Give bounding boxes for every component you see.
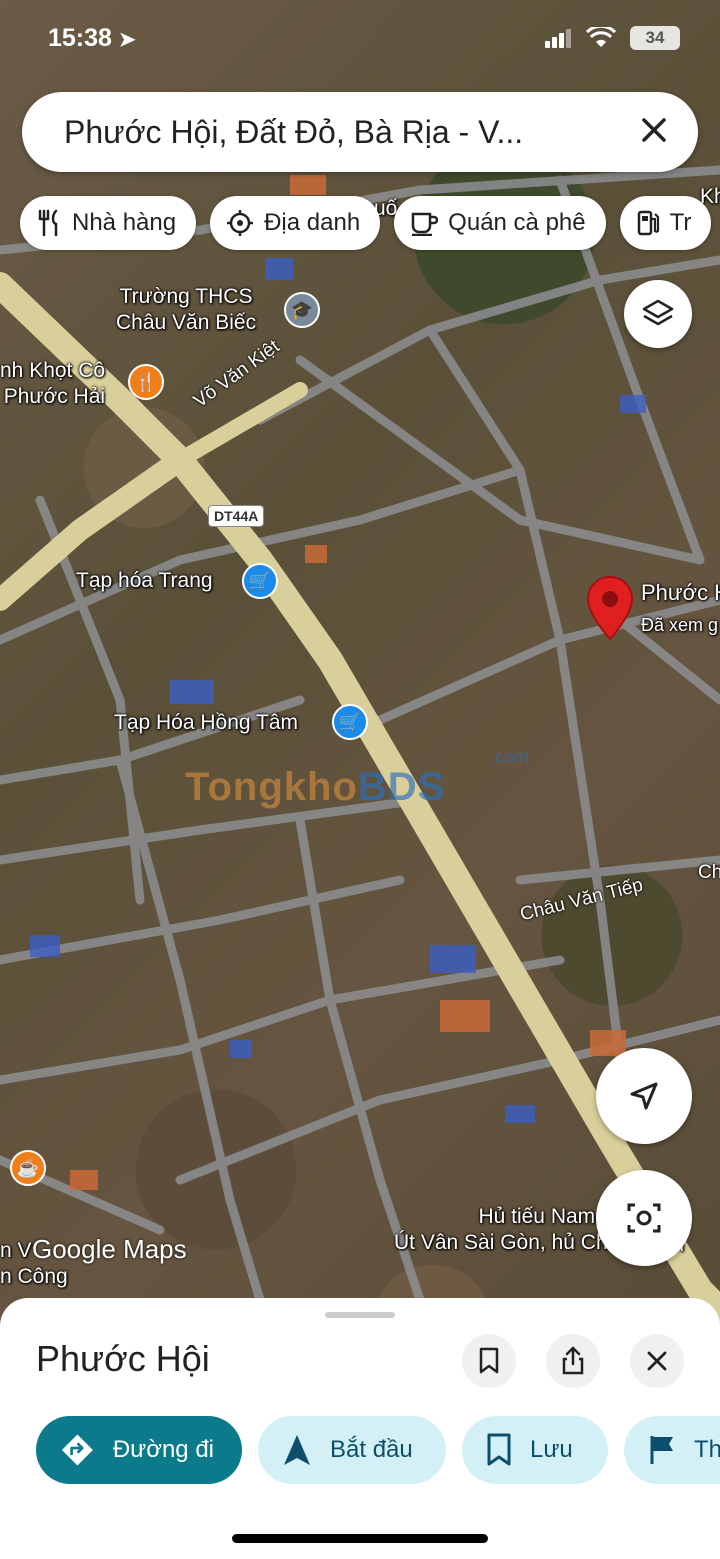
status-time: 15:38 ➤ [48,24,136,52]
cafe-icon[interactable]: ☕ [10,1150,46,1186]
shop-label-trang[interactable]: Tạp hóa Trang [76,568,213,594]
shop-label-hong-tam[interactable]: Tạp Hóa Hồng Tâm [114,710,298,736]
search-input[interactable]: Phước Hội, Đất Đỏ, Bà Rịa - V... [64,114,523,151]
save-button[interactable]: Lưu [462,1416,608,1484]
place-bottom-sheet[interactable]: Phước Hội Đường đi Bắt đầu Lưu Th [0,1298,720,1559]
share-button[interactable] [546,1334,600,1388]
place-title: Phước Hội [36,1338,210,1379]
close-sheet-button[interactable] [630,1334,684,1388]
directions-label: Đường đi [112,1436,214,1463]
flag-icon [650,1436,673,1464]
bottom-poi-label[interactable]: Hủ tiếu Nam Va Út Vân Sài Gòn, hủ Ch... [394,1204,625,1256]
close-icon[interactable] [636,112,672,148]
home-indicator [232,1534,488,1543]
google-maps-attribution: Google Maps [32,1234,187,1264]
coffee-cup-icon [411,212,439,236]
watermark-sub: .com [490,747,530,767]
share-icon [562,1346,584,1375]
lens-button[interactable] [596,1170,692,1266]
pin-subtitle-label: Đã xem g [641,615,719,635]
school-icon[interactable]: 🎓 [284,292,320,328]
wifi-icon [586,27,616,47]
navigation-arrow-icon [630,1082,658,1110]
fork-knife-icon [38,209,58,237]
navigation-arrow-icon [284,1435,310,1465]
flag-button[interactable]: Th [624,1416,720,1484]
chip-landmarks[interactable]: Địa danh [210,196,381,250]
cellular-signal-icon [545,29,571,48]
bookmark-icon [479,1347,499,1374]
location-pin-icon[interactable] [586,575,634,641]
save-bookmark-button[interactable] [462,1334,516,1388]
street-label-edge: Ch [698,862,720,883]
chip-restaurants[interactable]: Nhà hàng [20,196,197,250]
chip-label: Địa danh [264,209,361,236]
shopping-cart-icon[interactable]: 🛒 [332,704,368,740]
start-label: Bắt đầu [330,1436,413,1463]
restaurant-icon[interactable]: 🍴 [128,364,164,400]
watermark: TongkhoBDS [185,765,446,809]
layers-button[interactable] [624,280,692,348]
chip-label: Tr [669,209,692,236]
camera-search-icon [627,1203,661,1233]
shopping-cart-icon[interactable]: 🛒 [242,563,278,599]
search-bar[interactable]: Phước Hội, Đất Đỏ, Bà Rịa - V... [22,92,698,172]
directions-icon [61,1434,93,1466]
my-location-button[interactable] [596,1048,692,1144]
save-label: Lưu [530,1436,573,1463]
status-bar: 15:38 ➤ 34 [0,0,720,80]
location-arrow-icon: ➤ [118,29,136,51]
battery-icon: 34 [630,26,680,50]
flag-label: Th [694,1436,720,1463]
school-label[interactable]: Trường THCS Châu Văn Biếc [116,284,256,336]
landmark-icon [227,210,254,236]
chip-coffee[interactable]: Quán cà phê [394,196,606,250]
close-icon [647,1351,667,1371]
route-shield-dt44a: DT44A [208,505,265,527]
category-chips: Nhà hàng Địa danh Quán cà phê Tr [20,196,712,250]
directions-button[interactable]: Đường đi [36,1416,242,1484]
start-button[interactable]: Bắt đầu [258,1416,446,1484]
chip-label: Nhà hàng [72,209,177,236]
chip-label: Quán cà phê [448,209,586,236]
sheet-drag-handle[interactable] [325,1312,395,1318]
gas-station-icon [637,210,659,236]
chip-gas[interactable]: Tr [619,196,712,250]
pin-title-label[interactable]: Phước H [641,580,720,606]
bookmark-icon [487,1433,511,1466]
restaurant-label[interactable]: nh Khọt Cô Phước Hải [0,358,105,410]
layers-icon [642,299,674,326]
place-actions: Đường đi Bắt đầu Lưu Th [36,1416,720,1484]
